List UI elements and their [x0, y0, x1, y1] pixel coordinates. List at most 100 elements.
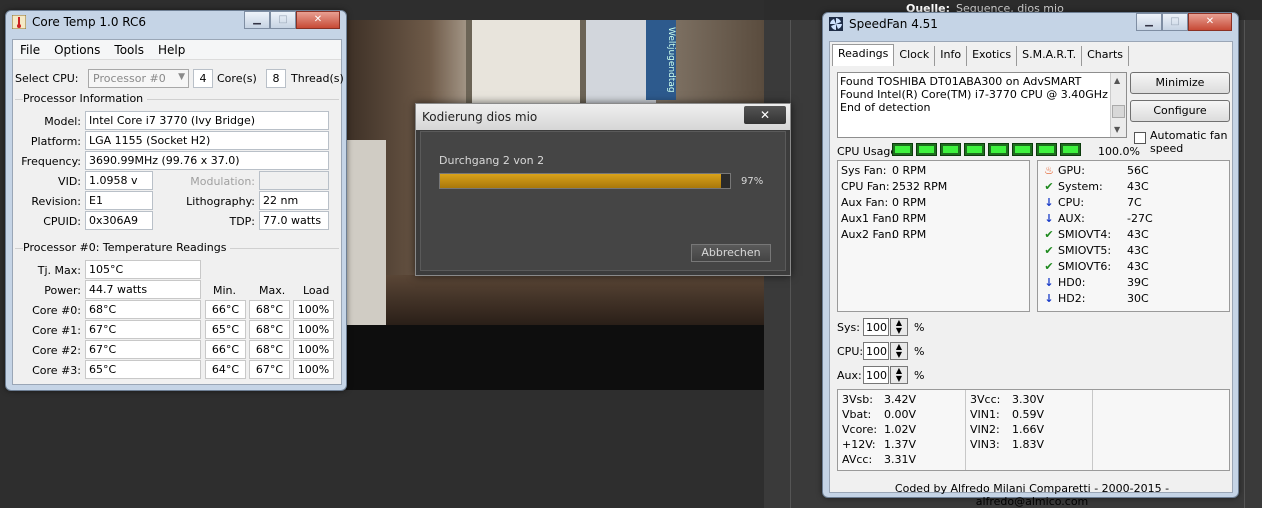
voltage-panel: 3Vsb: 3.42V Vbat: 0.00V Vcore: 1.02V +12V: 1… — [837, 389, 1230, 471]
spinner-icon[interactable]: ▲ ▼ — [890, 366, 908, 384]
sys-speed-input[interactable]: 100 — [863, 318, 889, 336]
tab-bar: Readings Clock Info Exotics S.M.A.R.T. C… — [832, 44, 1130, 66]
voltage-row: Vcore: 1.02V — [842, 423, 917, 436]
fan-row: Aux Fan: 0 RPM — [841, 196, 927, 209]
cpu-core-bar — [1012, 143, 1033, 156]
chevron-down-icon: ▼ — [178, 72, 185, 82]
configure-button[interactable]: Configure — [1130, 100, 1230, 122]
cpu-usage-meter — [892, 143, 1081, 156]
spinner-icon[interactable]: ▲ ▼ — [890, 342, 908, 360]
speedfan-titlebar[interactable]: SpeedFan 4.51 ▁ □ ✕ — [823, 13, 1238, 35]
scroll-up-icon[interactable]: ▲ — [1114, 74, 1120, 87]
encoding-titlebar[interactable]: Kodierung dios mio ✕ — [416, 104, 790, 130]
detection-log[interactable]: Found TOSHIBA DT01ABA300 on AdvSMART Fou… — [837, 72, 1127, 138]
cpu-core-bar — [892, 143, 913, 156]
log-line: Found Intel(R) Core(TM) i7-3770 CPU @ 3.… — [840, 88, 1108, 101]
model-label: Model: — [44, 115, 81, 128]
temperature-readings-title: Processor #0: Temperature Readings — [23, 241, 231, 254]
check-icon: ✔ — [1044, 180, 1054, 193]
menu-options[interactable]: Options — [47, 40, 107, 59]
menu-file[interactable]: File — [13, 40, 47, 59]
cancel-button[interactable]: Abbrechen — [691, 244, 771, 262]
close-button[interactable]: ✕ — [296, 11, 340, 29]
tab-charts[interactable]: Charts — [1082, 46, 1130, 66]
voltage-row: VIN2: 1.66V — [970, 423, 1045, 436]
arrow-down-icon: ↓ — [1044, 196, 1054, 209]
cpu-speed-input[interactable]: 100 — [863, 342, 889, 360]
coretemp-titlebar[interactable]: Core Temp 1.0 RC6 ▁ □ ✕ — [6, 11, 346, 33]
lithography-label: Lithography: — [186, 195, 255, 208]
modulation-label: Modulation: — [190, 175, 255, 188]
close-button[interactable]: ✕ — [744, 106, 786, 124]
cpu-core-bar — [1036, 143, 1057, 156]
check-icon: ✔ — [1044, 228, 1054, 241]
fan-icon — [829, 17, 843, 31]
tdp-label: TDP: — [229, 215, 255, 228]
video-banner: Weltjugendtag — [646, 20, 676, 100]
revision-value: E1 — [85, 191, 153, 210]
arrow-down-icon: ↓ — [1044, 276, 1054, 289]
credits-footer: Coded by Alfredo Milani Comparetti - 200… — [894, 482, 1170, 508]
close-button[interactable]: ✕ — [1188, 13, 1232, 31]
temperature-row: ♨ GPU: 56C — [1042, 164, 1227, 178]
cpu-core-bar — [916, 143, 937, 156]
tab-smart[interactable]: S.M.A.R.T. — [1017, 46, 1083, 66]
spinner-icon[interactable]: ▲ ▼ — [890, 318, 908, 336]
cpu-core-bar — [940, 143, 961, 156]
tjmax-value: 105°C — [85, 260, 201, 279]
tab-readings[interactable]: Readings — [832, 44, 895, 66]
menu-tools[interactable]: Tools — [107, 40, 151, 59]
cpu-usage-value: 100.0% — [1098, 145, 1140, 158]
revision-label: Revision: — [31, 195, 81, 208]
cpuid-label: CPUID: — [43, 215, 81, 228]
maximize-button[interactable]: □ — [1162, 13, 1188, 31]
temperature-row: ✔ System: 43C — [1042, 180, 1227, 194]
voltage-row: 3Vcc: 3.30V — [970, 393, 1045, 406]
coretemp-title: Core Temp 1.0 RC6 — [32, 15, 147, 29]
log-scrollbar[interactable]: ▲ ▼ — [1110, 73, 1126, 137]
maximize-button[interactable]: □ — [270, 11, 296, 29]
temperature-row: ↓ HD2: 30C — [1042, 292, 1227, 306]
voltage-row: Vbat: 0.00V — [842, 408, 917, 421]
tab-info[interactable]: Info — [935, 46, 968, 66]
automatic-fan-speed-checkbox[interactable] — [1134, 132, 1146, 144]
cpu-select[interactable]: Processor #0 ▼ — [88, 69, 189, 88]
menubar: File Options Tools Help — [13, 40, 341, 60]
encoding-progress-bar — [439, 173, 731, 189]
power-label: Power: — [44, 284, 81, 297]
scroll-thumb[interactable] — [1112, 105, 1125, 118]
power-value: 44.7 watts — [85, 280, 201, 299]
cores-count: 4 — [193, 69, 213, 88]
encoding-title: Kodierung dios mio — [422, 110, 538, 124]
threads-label: Thread(s) — [291, 72, 344, 85]
pass-text: Durchgang 2 von 2 — [439, 154, 545, 167]
min-column-header: Min. — [213, 284, 237, 297]
temperature-row: ↓ HD0: 39C — [1042, 276, 1227, 290]
minimize-button[interactable]: ▁ — [1136, 13, 1162, 31]
tjmax-label: Tj. Max: — [37, 264, 81, 277]
menu-help[interactable]: Help — [151, 40, 192, 59]
model-value: Intel Core i7 3770 (Ivy Bridge) — [85, 111, 329, 130]
platform-value: LGA 1155 (Socket H2) — [85, 131, 329, 150]
tab-clock[interactable]: Clock — [894, 46, 936, 66]
minimize-to-tray-button[interactable]: Minimize — [1130, 72, 1230, 94]
scroll-down-icon[interactable]: ▼ — [1114, 123, 1120, 136]
aux-speed-input[interactable]: 100 — [863, 366, 889, 384]
check-icon: ✔ — [1044, 244, 1054, 257]
encoding-dialog: Kodierung dios mio ✕ Durchgang 2 von 2 9… — [415, 103, 791, 276]
tab-exotics[interactable]: Exotics — [967, 46, 1018, 66]
fan-row: Aux1 Fan: 0 RPM — [841, 212, 927, 225]
minimize-button[interactable]: ▁ — [244, 11, 270, 29]
arrow-down-icon: ↓ — [1044, 292, 1054, 305]
automatic-fan-speed-label: Automatic fan speed — [1150, 129, 1228, 155]
select-cpu-label: Select CPU: — [15, 72, 79, 85]
voltage-row: VIN1: 0.59V — [970, 408, 1045, 421]
divider — [1244, 20, 1245, 508]
cpu-core-bar — [1060, 143, 1081, 156]
lithography-value: 22 nm — [259, 191, 329, 210]
fan-row: CPU Fan: 2532 RPM — [841, 180, 948, 193]
max-column-header: Max. — [259, 284, 286, 297]
log-line: End of detection — [840, 101, 931, 114]
platform-label: Platform: — [30, 135, 81, 148]
temperature-row: ✔ SMIOVT5: 43C — [1042, 244, 1227, 258]
